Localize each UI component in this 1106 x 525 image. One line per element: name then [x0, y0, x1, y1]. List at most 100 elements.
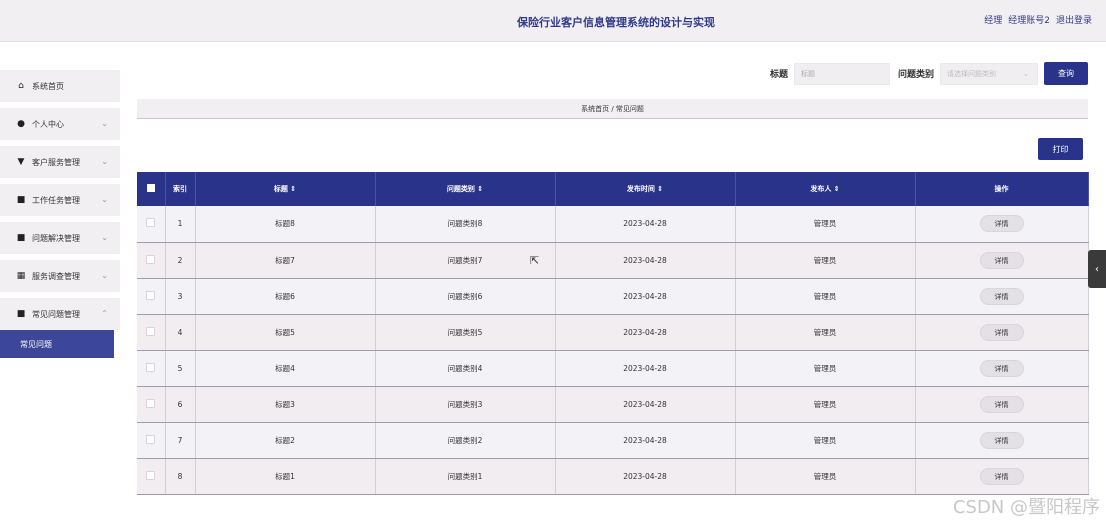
sidebar-item-label: 问题解决管理 [32, 233, 80, 243]
select-all-checkbox[interactable] [146, 184, 155, 192]
title-search-label: 标题 [769, 70, 788, 80]
row-checkbox-cell[interactable] [137, 278, 166, 315]
row-index: 1 [165, 206, 196, 243]
row-date: 2023-04-28 [555, 458, 736, 495]
row-title: 标题1 [195, 458, 376, 495]
detail-button[interactable]: 详情 [979, 431, 1024, 449]
sidebar-item-label: 工作任务管理 [32, 195, 80, 205]
row-checkbox[interactable] [146, 362, 156, 372]
detail-button[interactable]: 详情 [979, 467, 1024, 485]
query-button[interactable]: 查询 [1044, 62, 1088, 85]
row-index: 4 [165, 314, 196, 351]
title-search-input[interactable]: 标题 [793, 62, 890, 85]
table-row: 7 标题2 问题类别2 2023-04-28 管理员 详情 [137, 422, 1089, 459]
row-date: 2023-04-28 [555, 206, 736, 243]
print-button[interactable]: 打印 [1038, 138, 1083, 160]
row-category: 问题类别2 [375, 422, 556, 459]
detail-button[interactable]: 详情 [979, 359, 1024, 377]
home-icon: ⌂ [18, 81, 24, 91]
table-row: 6 标题3 问题类别3 2023-04-28 管理员 详情 [137, 386, 1089, 423]
table-row: 1 标题8 问题类别8 2023-04-28 管理员 详情 [137, 206, 1089, 243]
sidebar-item-0[interactable]: ⌂ 系统首页 [0, 70, 120, 102]
row-checkbox[interactable] [146, 470, 156, 480]
table-row: 2 标题7 问题类别7 2023-04-28 管理员 详情 [137, 242, 1089, 279]
select-all-header[interactable] [137, 172, 166, 206]
row-action-cell: 详情 [915, 206, 1089, 243]
row-checkbox-cell[interactable] [137, 206, 166, 243]
row-category: 问题类别4 [375, 350, 556, 387]
faq-icon: ■ [16, 309, 26, 319]
row-checkbox-cell[interactable] [137, 314, 166, 351]
row-checkbox-cell[interactable] [137, 386, 166, 423]
logout-link[interactable]: 退出登录 [1056, 13, 1092, 26]
row-category: 问题类别7 [375, 242, 556, 279]
row-category: 问题类别1 [375, 458, 556, 495]
category-search-label: 问题类别 [897, 70, 934, 80]
row-publisher: 管理员 [735, 422, 916, 459]
sidebar-item-2[interactable]: ▼ 客户服务管理 ⌄ [0, 146, 120, 178]
row-checkbox[interactable] [146, 326, 156, 336]
row-title: 标题3 [195, 386, 376, 423]
row-checkbox-cell[interactable] [137, 242, 166, 279]
detail-button[interactable]: 详情 [979, 395, 1024, 413]
sidebar-item-3[interactable]: ■ 工作任务管理 ⌄ [0, 184, 120, 216]
row-title: 标题8 [195, 206, 376, 243]
search-bar: 标题 标题 问题类别 请选择问题类别 ⌄ 查询 [770, 62, 1088, 85]
category-select[interactable]: 请选择问题类别 ⌄ [940, 62, 1038, 85]
mouse-cursor-icon: ⇱ [530, 254, 540, 267]
column-header-category[interactable]: 问题类别 ⇕ [375, 172, 556, 206]
row-checkbox-cell[interactable] [137, 422, 166, 459]
row-date: 2023-04-28 [555, 386, 736, 423]
sidebar-subitem-faq[interactable]: 常见问题 [0, 330, 114, 358]
row-checkbox[interactable] [146, 398, 156, 408]
user-account: 经理账号2 [1008, 16, 1050, 26]
chevron-up-icon: ⌃ [101, 309, 108, 318]
page-title: 保险行业客户信息管理系统的设计与实现 [517, 16, 715, 29]
task-icon: ■ [16, 195, 26, 205]
row-checkbox-cell[interactable] [137, 458, 166, 495]
row-action-cell: 详情 [915, 386, 1089, 423]
row-checkbox[interactable] [146, 290, 156, 300]
row-checkbox[interactable] [146, 254, 156, 264]
column-header-title[interactable]: 标题 ⇕ [195, 172, 376, 206]
person-icon: ● [17, 119, 25, 129]
row-checkbox[interactable] [146, 218, 156, 228]
column-header-action: 操作 [915, 172, 1089, 206]
detail-button[interactable]: 详情 [979, 287, 1024, 305]
column-header-publisher[interactable]: 发布人 ⇕ [735, 172, 916, 206]
column-header-date[interactable]: 发布时间 ⇕ [555, 172, 736, 206]
sidebar-item-label: 常见问题管理 [32, 309, 80, 319]
row-index: 5 [165, 350, 196, 387]
row-title: 标题7 [195, 242, 376, 279]
detail-button[interactable]: 详情 [979, 323, 1024, 341]
row-checkbox-cell[interactable] [137, 350, 166, 387]
row-date: 2023-04-28 [555, 422, 736, 459]
column-header-index: 索引 [165, 172, 196, 206]
sidebar-item-5[interactable]: ▦ 服务调查管理 ⌄ [0, 260, 120, 292]
collapse-handle[interactable]: ‹ [1088, 250, 1106, 288]
row-action-cell: 详情 [915, 458, 1089, 495]
sidebar-item-label: 客户服务管理 [32, 157, 80, 167]
user-info: 经理 经理账号2 退出登录 [984, 13, 1092, 26]
row-date: 2023-04-28 [555, 314, 736, 351]
sidebar-item-6[interactable]: ■ 常见问题管理 ⌃ [0, 298, 120, 330]
row-publisher: 管理员 [735, 314, 916, 351]
row-checkbox[interactable] [146, 434, 156, 444]
detail-button[interactable]: 详情 [979, 251, 1024, 269]
chevron-left-icon: ‹ [1095, 263, 1099, 275]
issue-icon: ■ [16, 233, 26, 243]
row-title: 标题4 [195, 350, 376, 387]
user-role: 经理 [984, 16, 1003, 26]
row-publisher: 管理员 [735, 206, 916, 243]
row-title: 标题6 [195, 278, 376, 315]
sidebar-item-1[interactable]: ● 个人中心 ⌄ [0, 108, 120, 140]
row-publisher: 管理员 [735, 458, 916, 495]
sidebar-item-label: 个人中心 [32, 119, 64, 129]
sidebar-item-4[interactable]: ■ 问题解决管理 ⌄ [0, 222, 120, 254]
breadcrumb-home[interactable]: 系统首页 [581, 105, 609, 113]
detail-button[interactable]: 详情 [979, 215, 1024, 233]
top-header: 保险行业客户信息管理系统的设计与实现 经理 经理账号2 退出登录 [0, 0, 1106, 42]
grid-icon: ▦ [16, 271, 26, 281]
row-index: 3 [165, 278, 196, 315]
row-action-cell: 详情 [915, 242, 1089, 279]
